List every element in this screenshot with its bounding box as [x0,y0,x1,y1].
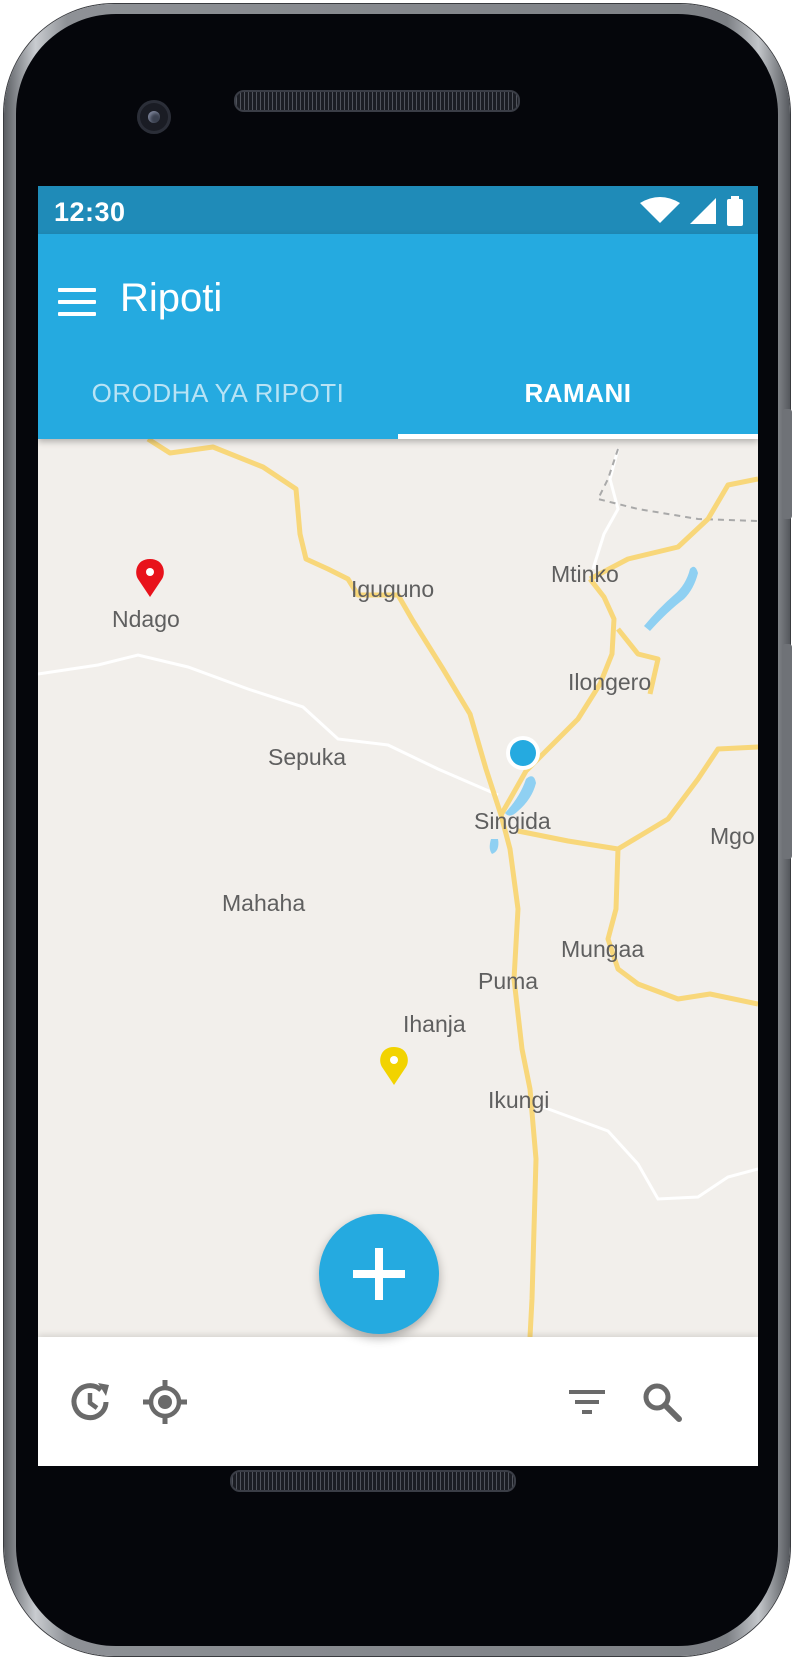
add-icon-bar [353,1270,405,1278]
place-label: Mtinko [551,561,619,587]
place-label: Ihanja [403,1011,466,1037]
add-report-button[interactable] [319,1214,439,1334]
app-screen: 12:30 Ripoti ORODHA YA RIPOTI RAMANI Nda… [38,186,758,1466]
place-label: Ikungi [488,1087,549,1113]
current-location-dot [506,736,540,770]
main-roads [146,439,758,1337]
tab-bar: ORODHA YA RIPOTI RAMANI [38,347,758,439]
power-button [782,409,792,519]
place-label: Mahaha [222,890,305,916]
my-location-icon[interactable] [140,1377,190,1427]
place-label: Sepuka [268,744,346,770]
place-labels: Ndago Iguguno Mtinko Ilongero Sepuka Sin… [112,561,755,1113]
report-marker-red[interactable] [136,559,164,597]
status-bar: 12:30 [38,186,758,234]
tab-map[interactable]: RAMANI [398,347,758,439]
lake-mtinko [644,566,698,631]
front-camera [137,100,171,134]
volume-button [782,644,792,859]
status-icons [640,196,744,226]
filter-icon[interactable] [562,1377,612,1427]
app-bar: Ripoti ORODHA YA RIPOTI RAMANI [38,234,758,439]
top-speaker [234,90,520,112]
app-title: Ripoti [120,276,223,320]
status-time: 12:30 [54,197,126,227]
map-canvas[interactable]: Ndago Iguguno Mtinko Ilongero Sepuka Sin… [38,439,758,1337]
place-label: Singida [474,808,551,834]
report-marker-yellow[interactable] [380,1047,408,1085]
search-icon[interactable] [637,1377,687,1427]
place-label: Ndago [112,606,180,632]
place-label: Mungaa [561,936,644,962]
battery-icon [727,196,743,226]
wifi-icon [640,197,680,223]
place-label: Ilongero [568,669,651,695]
menu-icon[interactable] [58,282,98,322]
signal-icon [690,198,716,224]
place-label: Mgo [710,823,755,849]
lake-small [489,839,499,854]
tab-report-list[interactable]: ORODHA YA RIPOTI [38,347,398,439]
history-icon[interactable] [65,1377,115,1427]
place-label: Iguguno [351,576,434,602]
place-label: Puma [478,968,538,994]
bottom-toolbar [38,1337,758,1466]
map-view[interactable]: Ndago Iguguno Mtinko Ilongero Sepuka Sin… [38,439,758,1337]
bottom-speaker [230,1470,516,1492]
